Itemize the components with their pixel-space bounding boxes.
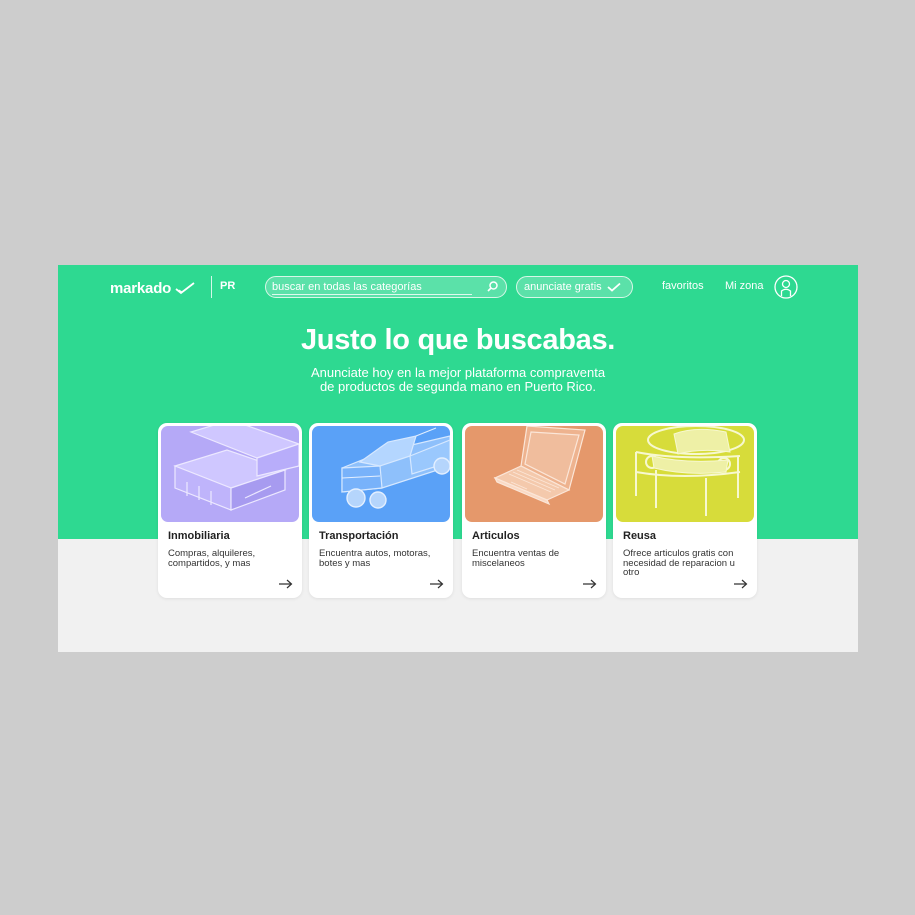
- check-icon: [607, 282, 621, 292]
- card-title: Reusa: [623, 530, 657, 542]
- search-input[interactable]: [272, 279, 472, 295]
- arrow-right-icon[interactable]: [430, 579, 444, 589]
- house-icon: [173, 426, 299, 511]
- favorites-link[interactable]: favoritos: [662, 280, 704, 292]
- card-image: [161, 426, 299, 522]
- my-zone-link[interactable]: Mi zona: [725, 280, 764, 292]
- card-description: Encuentra ventas de miscelaneos: [472, 548, 560, 569]
- card-description: Ofrece articulos gratis con necesidad de…: [623, 548, 735, 578]
- user-avatar-icon[interactable]: [774, 275, 798, 299]
- search-icon[interactable]: [486, 280, 499, 293]
- page-title: Justo lo que buscabas.: [300, 324, 616, 356]
- truck-icon: [341, 427, 450, 509]
- subtitle-line: Anunciate hoy en la mejor plataforma com…: [310, 365, 606, 380]
- arrow-right-icon[interactable]: [734, 579, 748, 589]
- category-card-inmobiliaria[interactable]: Inmobiliaria Compras, alquileres, compar…: [158, 423, 302, 598]
- card-title: Inmobiliaria: [168, 530, 230, 542]
- post-ad-button[interactable]: anunciate gratis: [516, 276, 633, 298]
- card-title: Transportación: [319, 530, 399, 542]
- card-image: [616, 426, 754, 522]
- card-description: Encuentra autos, motoras, botes y mas: [319, 548, 431, 569]
- subtitle-line: de productos de segunda mano en Puerto R…: [319, 379, 597, 394]
- arrow-right-icon[interactable]: [583, 579, 597, 589]
- category-card-transportacion[interactable]: Transportación Encuentra autos, motoras,…: [309, 423, 453, 598]
- card-image: [312, 426, 450, 522]
- post-ad-label: anunciate gratis: [524, 281, 602, 293]
- page-frame: markado PR anunciate gratis favoritos Mi…: [58, 265, 858, 652]
- logo-divider: [211, 276, 212, 298]
- search-bar[interactable]: [265, 276, 507, 298]
- laptop-icon: [493, 426, 586, 506]
- logo[interactable]: markado: [110, 278, 195, 298]
- hero-subtitle: Anunciate hoy en la mejor plataforma com…: [58, 366, 858, 394]
- category-card-articulos[interactable]: Articulos Encuentra ventas de miscelaneo…: [462, 423, 606, 598]
- arrow-right-icon[interactable]: [279, 579, 293, 589]
- category-card-reusa[interactable]: Reusa Ofrece articulos gratis con necesi…: [613, 423, 757, 598]
- bench-icon: [635, 426, 745, 516]
- logo-text: markado: [110, 279, 172, 297]
- card-title: Articulos: [472, 530, 520, 542]
- card-description: Compras, alquileres, compartidos, y mas: [168, 548, 256, 569]
- region-label[interactable]: PR: [220, 280, 235, 292]
- logo-check-icon: [175, 282, 195, 295]
- card-image: [465, 426, 603, 522]
